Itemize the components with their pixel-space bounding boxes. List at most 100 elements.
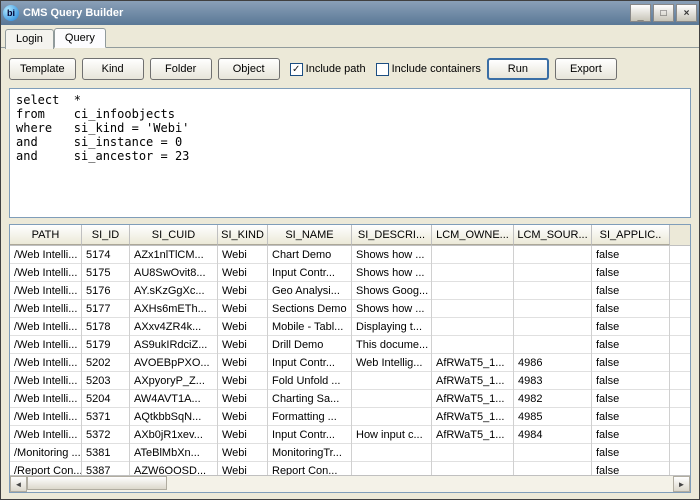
- table-row[interactable]: /Web Intelli...5177AXHs6mETh...WebiSecti…: [10, 300, 690, 318]
- table-cell: MonitoringTr...: [268, 444, 352, 462]
- table-cell: AU8SwOvit8...: [130, 264, 218, 282]
- table-cell: Fold Unfold ...: [268, 372, 352, 390]
- table-cell: Sections Demo: [268, 300, 352, 318]
- horizontal-scrollbar[interactable]: ◄ ►: [10, 475, 690, 492]
- table-cell: false: [592, 372, 670, 390]
- table-cell: [432, 462, 514, 475]
- table-cell: Input Contr...: [268, 264, 352, 282]
- col-si-kind[interactable]: SI_KIND: [218, 225, 268, 245]
- col-si-id[interactable]: SI_ID: [82, 225, 130, 245]
- col-si-applic[interactable]: SI_APPLIC..: [592, 225, 670, 245]
- table-cell: Geo Analysi...: [268, 282, 352, 300]
- table-cell: 4985: [514, 408, 592, 426]
- table-cell: Formatting ...: [268, 408, 352, 426]
- table-cell: AVOEBpPXO...: [130, 354, 218, 372]
- table-cell: [514, 246, 592, 264]
- table-row[interactable]: /Web Intelli...5178AXxv4ZR4k...WebiMobil…: [10, 318, 690, 336]
- table-cell: 5175: [82, 264, 130, 282]
- minimize-button[interactable]: _: [630, 4, 651, 22]
- table-cell: Chart Demo: [268, 246, 352, 264]
- col-path[interactable]: PATH: [10, 225, 82, 245]
- kind-button[interactable]: Kind: [82, 58, 144, 80]
- table-cell: Webi: [218, 390, 268, 408]
- table-cell: Report Con...: [268, 462, 352, 475]
- table-cell: [352, 372, 432, 390]
- table-cell: [432, 336, 514, 354]
- table-cell: AXb0jR1xev...: [130, 426, 218, 444]
- sql-editor[interactable]: select * from ci_infoobjects where si_ki…: [9, 88, 691, 218]
- table-cell: /Web Intelli...: [10, 264, 82, 282]
- table-cell: [432, 300, 514, 318]
- include-path-label: Include path: [306, 63, 366, 75]
- table-cell: [432, 282, 514, 300]
- table-cell: AfRWaT5_1...: [432, 408, 514, 426]
- table-cell: Input Contr...: [268, 426, 352, 444]
- scroll-left-button[interactable]: ◄: [10, 476, 27, 492]
- table-cell: [514, 462, 592, 475]
- table-cell: AW4AVT1A...: [130, 390, 218, 408]
- close-button[interactable]: ×: [676, 4, 697, 22]
- table-row[interactable]: /Web Intelli...5204AW4AVT1A...WebiCharti…: [10, 390, 690, 408]
- table-cell: /Web Intelli...: [10, 354, 82, 372]
- col-lcm-source[interactable]: LCM_SOUR...: [514, 225, 592, 245]
- table-cell: 4984: [514, 426, 592, 444]
- include-containers-checkbox[interactable]: [376, 63, 389, 76]
- col-si-cuid[interactable]: SI_CUID: [130, 225, 218, 245]
- table-row[interactable]: /Web Intelli...5371AQtkbbSqN...WebiForma…: [10, 408, 690, 426]
- table-cell: 5387: [82, 462, 130, 475]
- table-row[interactable]: /Web Intelli...5174AZx1nlTlCM...WebiChar…: [10, 246, 690, 264]
- table-cell: [432, 246, 514, 264]
- table-cell: How input c...: [352, 426, 432, 444]
- maximize-button[interactable]: □: [653, 4, 674, 22]
- table-cell: 5176: [82, 282, 130, 300]
- table-cell: false: [592, 444, 670, 462]
- include-path-group[interactable]: ✓ Include path: [290, 63, 366, 76]
- include-path-checkbox[interactable]: ✓: [290, 63, 303, 76]
- tab-query[interactable]: Query: [54, 28, 106, 48]
- table-row[interactable]: /Web Intelli...5175AU8SwOvit8...WebiInpu…: [10, 264, 690, 282]
- table-body[interactable]: /Web Intelli...5174AZx1nlTlCM...WebiChar…: [10, 246, 690, 475]
- scroll-thumb[interactable]: [27, 476, 167, 490]
- tab-strip: Login Query: [1, 25, 699, 48]
- table-cell: Charting Sa...: [268, 390, 352, 408]
- table-row[interactable]: /Monitoring ...5381ATeBlMbXn...WebiMonit…: [10, 444, 690, 462]
- table-cell: Webi: [218, 444, 268, 462]
- object-button[interactable]: Object: [218, 58, 280, 80]
- table-cell: AZx1nlTlCM...: [130, 246, 218, 264]
- table-cell: Displaying t...: [352, 318, 432, 336]
- col-lcm-owner[interactable]: LCM_OWNE...: [432, 225, 514, 245]
- table-row[interactable]: /Web Intelli...5176AY.sKzGgXc...WebiGeo …: [10, 282, 690, 300]
- table-cell: Shows Goog...: [352, 282, 432, 300]
- table-cell: false: [592, 300, 670, 318]
- export-button[interactable]: Export: [555, 58, 617, 80]
- table-cell: 4983: [514, 372, 592, 390]
- table-row[interactable]: /Web Intelli...5372AXb0jR1xev...WebiInpu…: [10, 426, 690, 444]
- table-cell: /Web Intelli...: [10, 336, 82, 354]
- table-row[interactable]: /Web Intelli...5179AS9ukIRdciZ...WebiDri…: [10, 336, 690, 354]
- table-cell: [432, 318, 514, 336]
- table-cell: 5177: [82, 300, 130, 318]
- scroll-track[interactable]: [27, 476, 673, 492]
- col-si-descr[interactable]: SI_DESCRI...: [352, 225, 432, 245]
- include-containers-group[interactable]: Include containers: [376, 63, 481, 76]
- col-si-name[interactable]: SI_NAME: [268, 225, 352, 245]
- table-cell: [352, 390, 432, 408]
- table-cell: Web Intellig...: [352, 354, 432, 372]
- run-button[interactable]: Run: [487, 58, 549, 80]
- table-row[interactable]: /Web Intelli...5202AVOEBpPXO...WebiInput…: [10, 354, 690, 372]
- toolbar: Template Kind Folder Object ✓ Include pa…: [9, 54, 691, 88]
- table-cell: ATeBlMbXn...: [130, 444, 218, 462]
- table-cell: false: [592, 318, 670, 336]
- scroll-right-button[interactable]: ►: [673, 476, 690, 492]
- table-cell: /Web Intelli...: [10, 318, 82, 336]
- table-row[interactable]: /Report Con...5387AZW6OOSD...WebiReport …: [10, 462, 690, 475]
- titlebar[interactable]: bi CMS Query Builder _ □ ×: [1, 1, 699, 25]
- table-row[interactable]: /Web Intelli...5203AXpyoryP_Z...WebiFold…: [10, 372, 690, 390]
- table-cell: [352, 462, 432, 475]
- folder-button[interactable]: Folder: [150, 58, 212, 80]
- table-cell: false: [592, 462, 670, 475]
- table-cell: Webi: [218, 246, 268, 264]
- table-cell: Webi: [218, 264, 268, 282]
- template-button[interactable]: Template: [9, 58, 76, 80]
- tab-login[interactable]: Login: [5, 29, 54, 49]
